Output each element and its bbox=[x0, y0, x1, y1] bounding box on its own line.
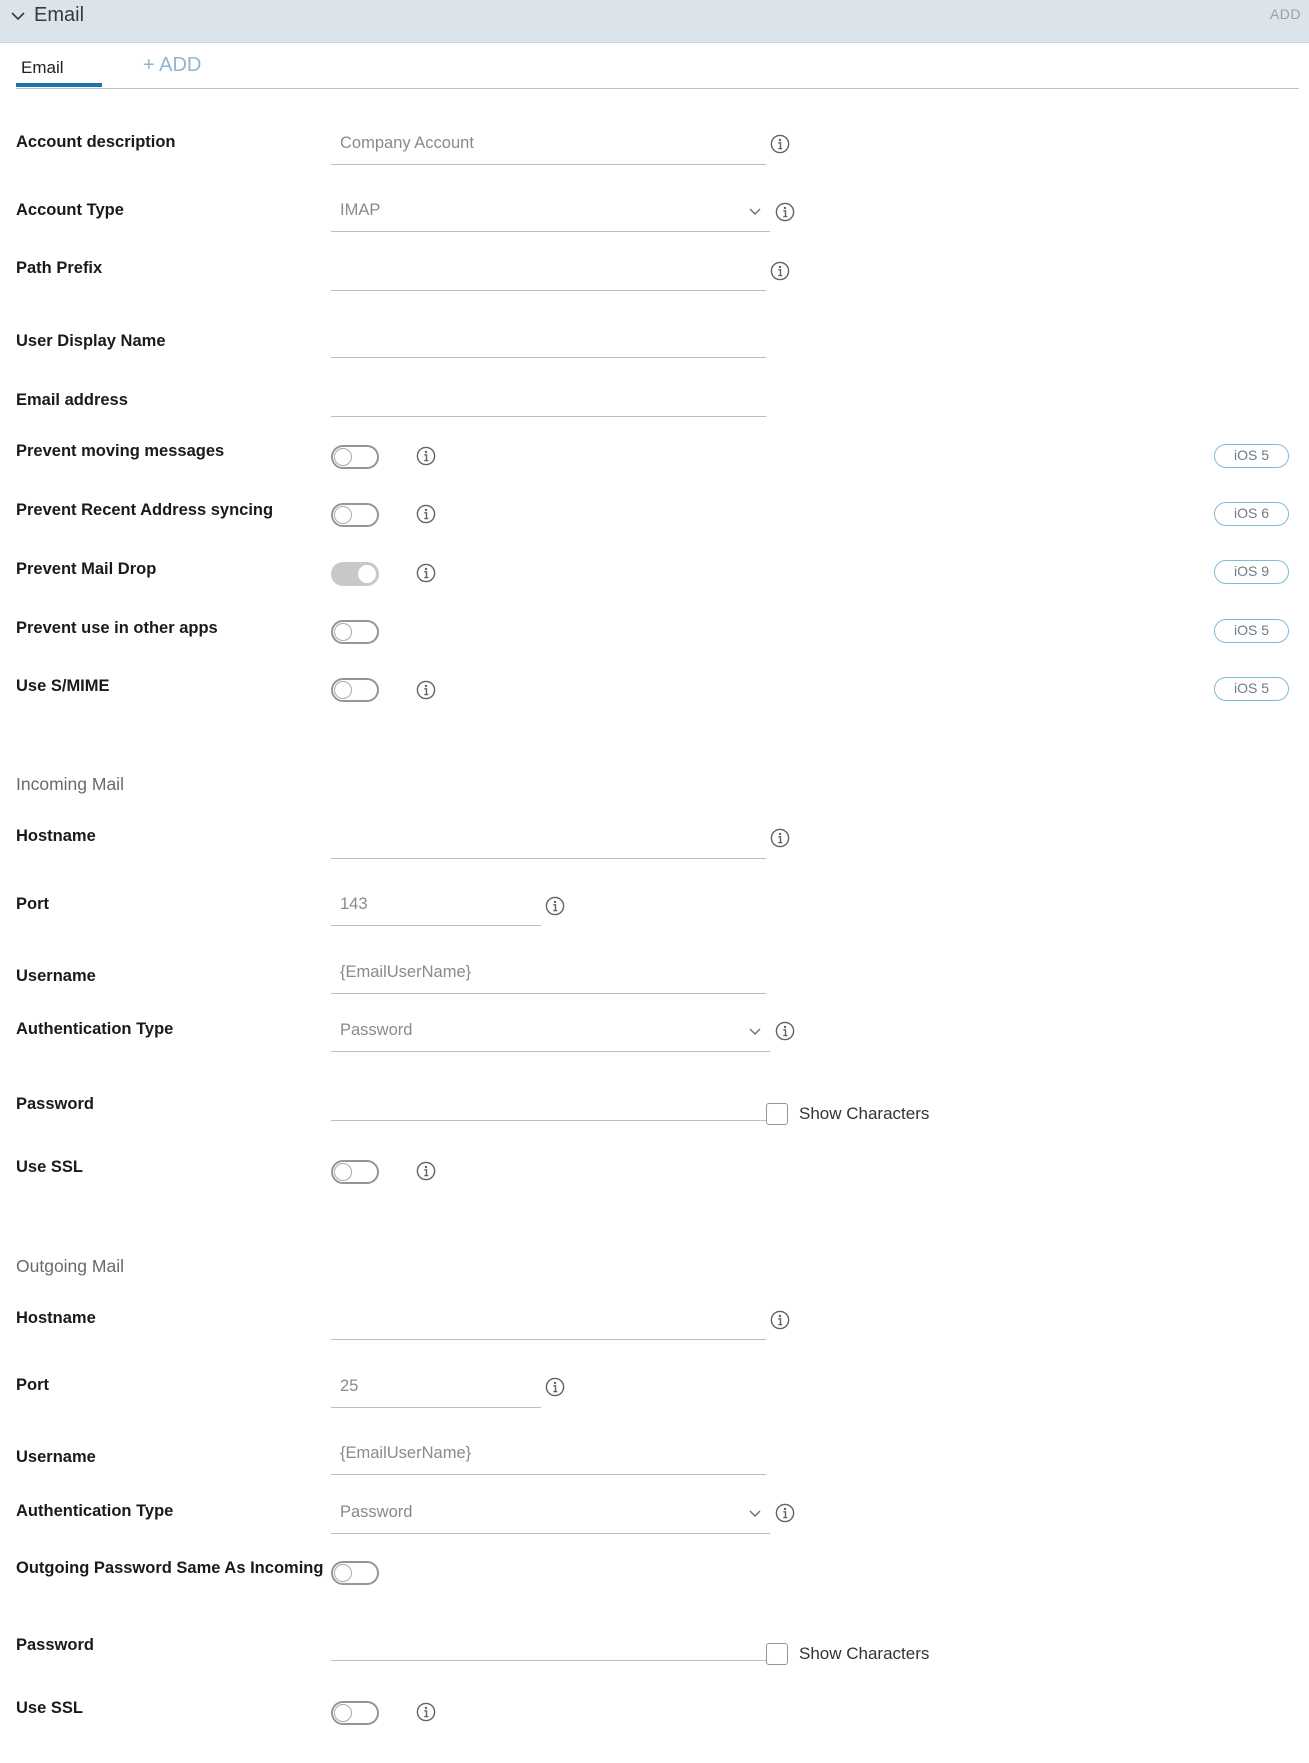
outgoing-use-ssl-toggle[interactable] bbox=[331, 1701, 379, 1725]
prevent-mail-drop-label: Prevent Mail Drop bbox=[16, 560, 157, 578]
outgoing-same-password-label: Outgoing Password Same As Incoming bbox=[16, 1559, 324, 1577]
incoming-username-input[interactable]: {EmailUserName} bbox=[331, 951, 766, 994]
outgoing-mail-heading: Outgoing Mail bbox=[16, 1256, 124, 1276]
email-address-input[interactable] bbox=[331, 374, 766, 417]
use-smime-toggle[interactable] bbox=[331, 678, 379, 702]
info-icon[interactable] bbox=[775, 1503, 795, 1523]
outgoing-username-input[interactable]: {EmailUserName} bbox=[331, 1432, 766, 1475]
header-add-button[interactable]: ADD bbox=[1270, 6, 1301, 22]
chevron-down-icon bbox=[748, 1506, 762, 1520]
outgoing-auth-type-select[interactable]: Password bbox=[331, 1491, 770, 1534]
outgoing-username-label: Username bbox=[16, 1448, 96, 1466]
chevron-down-icon bbox=[748, 1024, 762, 1038]
user-display-name-label: User Display Name bbox=[16, 332, 166, 350]
chevron-down-icon bbox=[748, 204, 762, 218]
prevent-use-in-other-apps-label: Prevent use in other apps bbox=[16, 619, 218, 637]
user-display-name-input[interactable] bbox=[331, 315, 766, 358]
account-type-label: Account Type bbox=[16, 201, 124, 219]
outgoing-port-input[interactable]: 25 bbox=[331, 1365, 541, 1408]
incoming-use-ssl-label: Use SSL bbox=[16, 1158, 83, 1176]
info-icon[interactable] bbox=[775, 202, 795, 222]
ios-version-badge: iOS 5 bbox=[1214, 619, 1289, 643]
add-tab-button[interactable]: + ADD bbox=[143, 54, 201, 77]
incoming-auth-type-value: Password bbox=[340, 1021, 413, 1039]
info-icon[interactable] bbox=[416, 1161, 436, 1181]
path-prefix-input[interactable] bbox=[331, 248, 766, 291]
info-icon[interactable] bbox=[770, 828, 790, 848]
tab-bar: Email + ADD bbox=[16, 50, 1299, 89]
incoming-hostname-label: Hostname bbox=[16, 827, 96, 845]
prevent-recent-address-syncing-label: Prevent Recent Address syncing bbox=[16, 501, 274, 519]
incoming-username-label: Username bbox=[16, 967, 96, 985]
info-icon[interactable] bbox=[416, 446, 436, 466]
account-description-input[interactable]: Company Account bbox=[331, 122, 766, 165]
incoming-show-characters-label: Show Characters bbox=[799, 1104, 930, 1123]
ios-version-badge: iOS 5 bbox=[1214, 677, 1289, 701]
outgoing-port-label: Port bbox=[16, 1376, 49, 1394]
section-header[interactable]: Email ADD bbox=[0, 0, 1309, 43]
tab-email[interactable]: Email bbox=[21, 58, 64, 78]
prevent-recent-address-syncing-toggle[interactable] bbox=[331, 503, 379, 527]
outgoing-auth-type-value: Password bbox=[340, 1503, 413, 1521]
incoming-port-placeholder: 143 bbox=[340, 895, 368, 913]
info-icon[interactable] bbox=[770, 134, 790, 154]
outgoing-username-placeholder: {EmailUserName} bbox=[340, 1444, 472, 1462]
prevent-mail-drop-toggle[interactable] bbox=[331, 562, 379, 586]
ios-version-badge: iOS 6 bbox=[1214, 502, 1289, 526]
info-icon[interactable] bbox=[416, 563, 436, 583]
use-smime-label: Use S/MIME bbox=[16, 677, 110, 695]
ios-version-badge: iOS 5 bbox=[1214, 444, 1289, 468]
outgoing-show-characters-checkbox[interactable] bbox=[766, 1643, 788, 1665]
account-type-value: IMAP bbox=[340, 201, 381, 219]
outgoing-same-password-toggle[interactable] bbox=[331, 1561, 379, 1585]
info-icon[interactable] bbox=[416, 680, 436, 700]
info-icon[interactable] bbox=[416, 504, 436, 524]
outgoing-password-label: Password bbox=[16, 1636, 94, 1654]
chevron-down-icon[interactable] bbox=[10, 8, 26, 24]
outgoing-auth-type-label: Authentication Type bbox=[16, 1502, 174, 1520]
incoming-username-placeholder: {EmailUserName} bbox=[340, 963, 472, 981]
outgoing-show-characters-label: Show Characters bbox=[799, 1644, 930, 1663]
incoming-mail-heading: Incoming Mail bbox=[16, 774, 124, 794]
prevent-use-in-other-apps-toggle[interactable] bbox=[331, 620, 379, 644]
info-icon[interactable] bbox=[770, 1310, 790, 1330]
info-icon[interactable] bbox=[416, 1702, 436, 1722]
active-tab-indicator bbox=[16, 83, 102, 87]
outgoing-hostname-input[interactable] bbox=[331, 1297, 766, 1340]
section-title: Email bbox=[34, 4, 85, 26]
info-icon[interactable] bbox=[545, 1377, 565, 1397]
ios-version-badge: iOS 9 bbox=[1214, 560, 1289, 584]
prevent-moving-messages-toggle[interactable] bbox=[331, 445, 379, 469]
incoming-auth-type-select[interactable]: Password bbox=[331, 1009, 770, 1052]
prevent-moving-messages-label: Prevent moving messages bbox=[16, 442, 225, 460]
incoming-show-characters-checkbox[interactable] bbox=[766, 1103, 788, 1125]
incoming-port-input[interactable]: 143 bbox=[331, 883, 541, 926]
incoming-password-label: Password bbox=[16, 1095, 94, 1113]
info-icon[interactable] bbox=[545, 896, 565, 916]
outgoing-hostname-label: Hostname bbox=[16, 1309, 96, 1327]
outgoing-password-input[interactable] bbox=[331, 1618, 766, 1661]
info-icon[interactable] bbox=[775, 1021, 795, 1041]
incoming-password-input[interactable] bbox=[331, 1078, 766, 1121]
info-icon[interactable] bbox=[770, 261, 790, 281]
path-prefix-label: Path Prefix bbox=[16, 259, 103, 277]
account-description-placeholder: Company Account bbox=[340, 134, 474, 152]
outgoing-port-placeholder: 25 bbox=[340, 1377, 359, 1395]
outgoing-use-ssl-label: Use SSL bbox=[16, 1699, 83, 1717]
email-address-label: Email address bbox=[16, 391, 128, 409]
incoming-port-label: Port bbox=[16, 895, 49, 913]
incoming-use-ssl-toggle[interactable] bbox=[331, 1160, 379, 1184]
incoming-auth-type-label: Authentication Type bbox=[16, 1020, 174, 1038]
account-type-select[interactable]: IMAP bbox=[331, 189, 770, 232]
account-description-label: Account description bbox=[16, 133, 176, 151]
incoming-hostname-input[interactable] bbox=[331, 816, 766, 859]
